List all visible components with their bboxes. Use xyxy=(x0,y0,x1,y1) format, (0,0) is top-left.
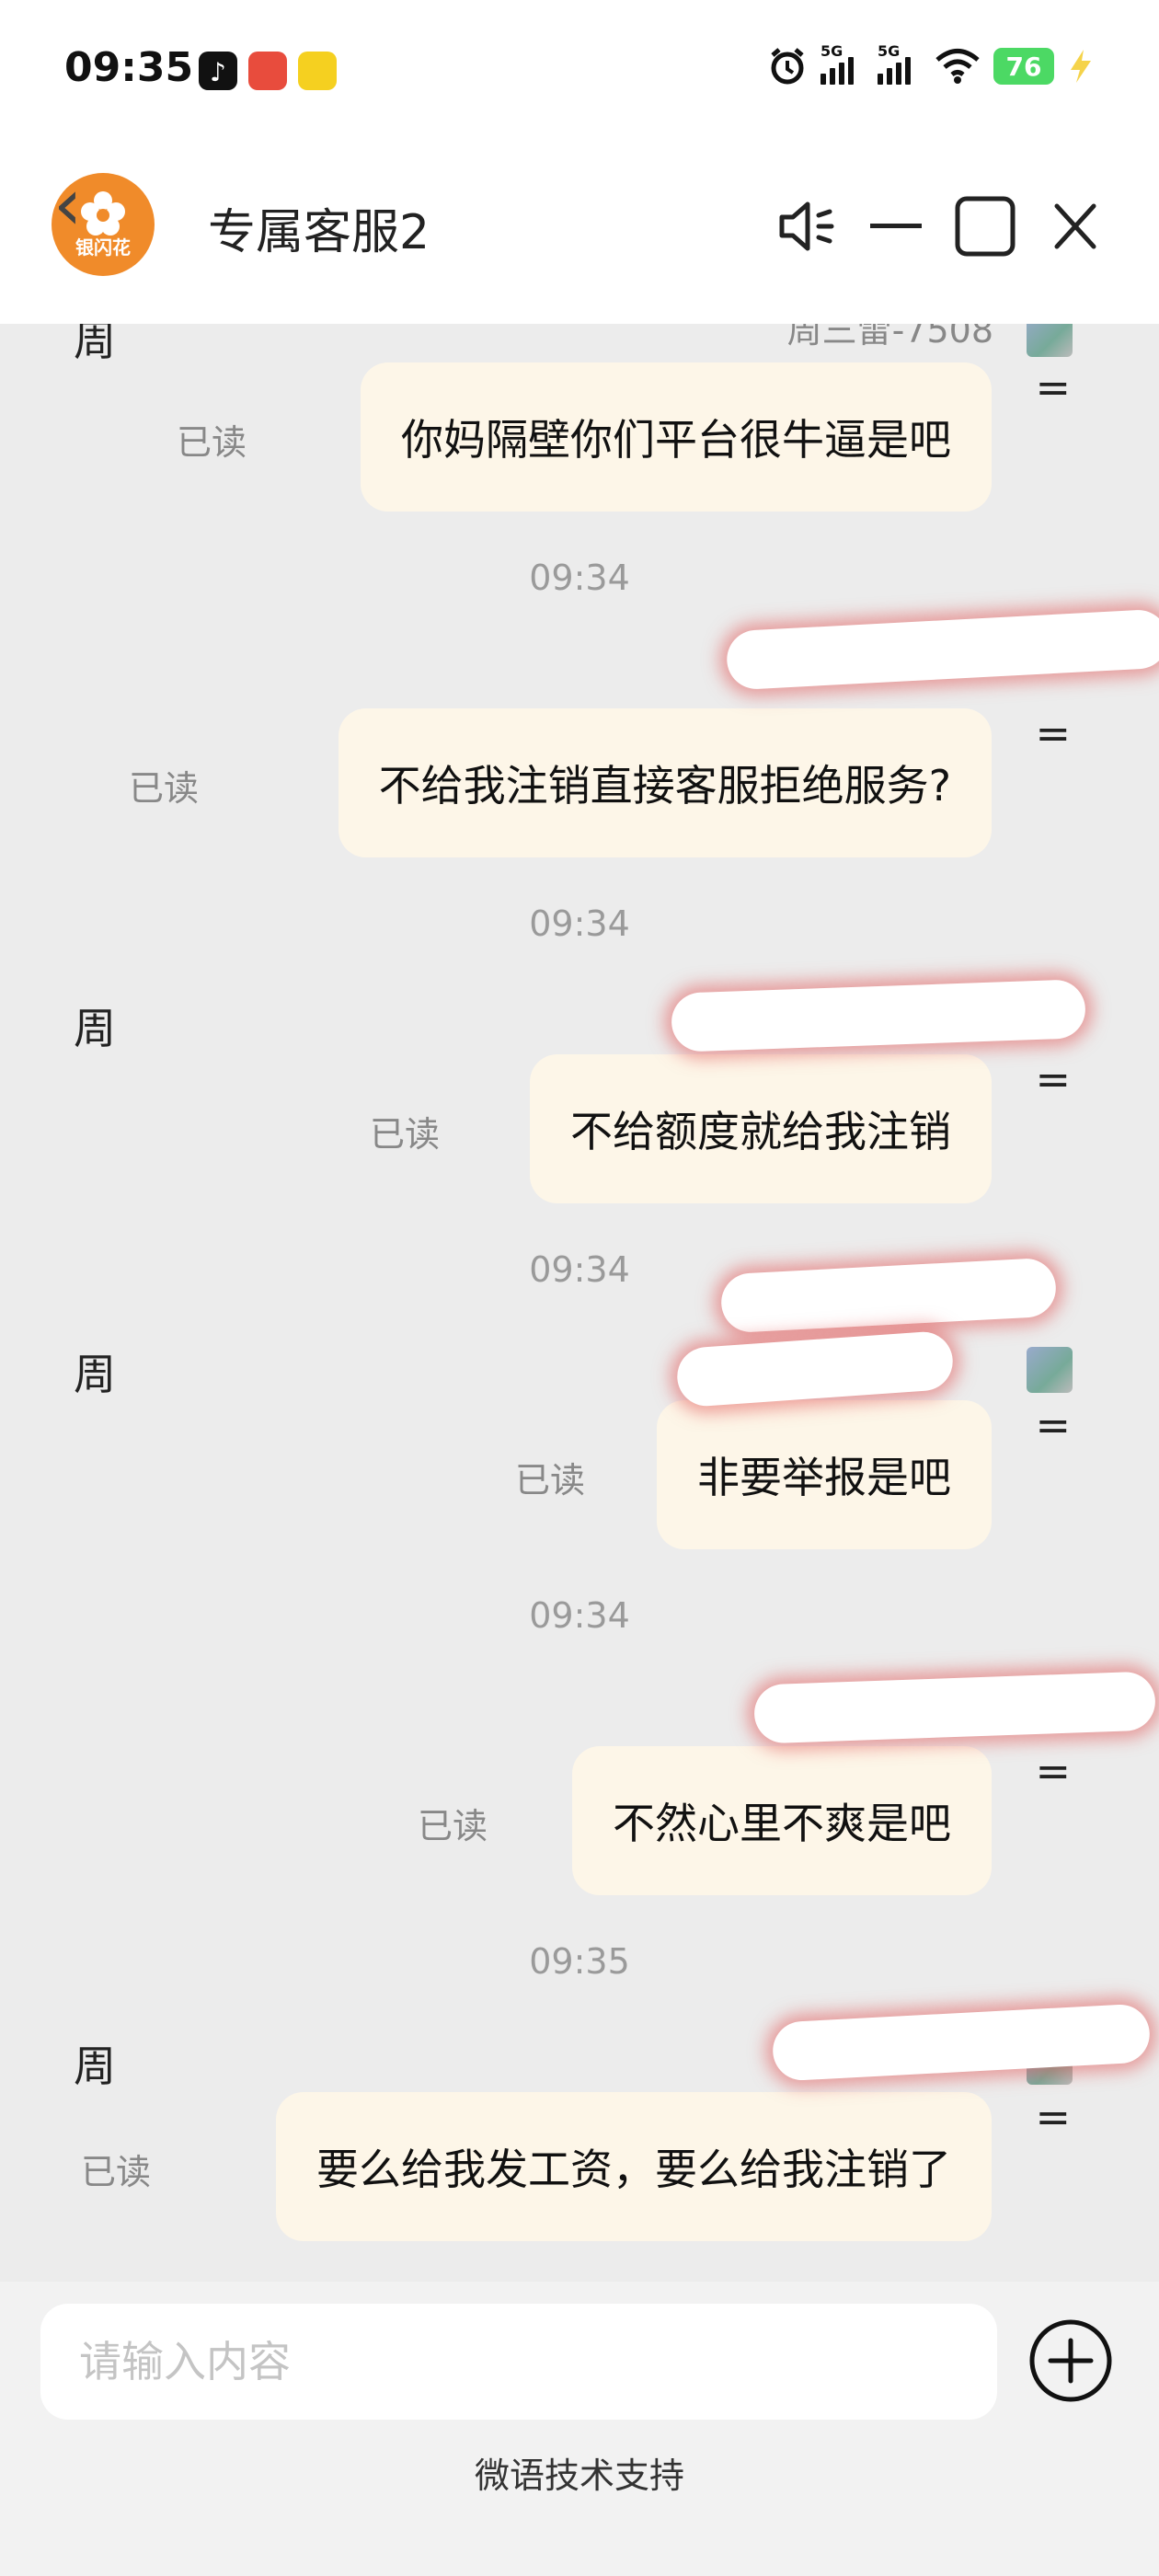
read-receipt: 已读 xyxy=(176,422,247,463)
message-timestamp: 09:34 xyxy=(529,1595,630,1636)
avatar-label-line: = xyxy=(1035,1054,1071,1104)
read-receipt: 已读 xyxy=(128,768,199,809)
speaker-icon xyxy=(779,201,834,251)
cellular-signal-icon: 5G xyxy=(820,42,865,85)
maximize-icon xyxy=(955,196,1016,257)
message-bubble[interactable]: 你妈隔壁你们平台很牛逼是吧 xyxy=(361,362,992,512)
battery-level: 76 xyxy=(993,48,1054,85)
message-bubble[interactable]: 不给我注销直接客服拒绝服务? xyxy=(338,708,992,857)
minimize-icon xyxy=(870,224,922,228)
message-bubble[interactable]: 不给额度就给我注销 xyxy=(530,1054,992,1203)
plus-circle-icon xyxy=(1029,2319,1112,2402)
mute-button[interactable] xyxy=(771,188,844,265)
message-timestamp: 09:34 xyxy=(529,903,630,944)
network-type-label: 5G xyxy=(820,42,843,60)
message-timestamp: 09:34 xyxy=(529,558,630,598)
support-text: 微语技术支持 xyxy=(474,2455,684,2496)
read-receipt: 已读 xyxy=(514,1460,585,1501)
back-chevron-icon[interactable]: ‹ xyxy=(53,169,82,241)
close-icon xyxy=(1054,203,1096,249)
avatar-label-line: = xyxy=(1035,708,1071,758)
status-bar: 09:35 ♪ 5G 5G 76 xyxy=(0,0,1159,147)
charging-icon xyxy=(1071,50,1091,83)
chat-title: 专属客服2 xyxy=(208,205,430,260)
wifi-icon xyxy=(935,49,980,84)
avatar-label-line: = xyxy=(1035,1746,1071,1796)
avatar-label-line: = xyxy=(1035,362,1071,412)
avatar-label-line: = xyxy=(1035,1400,1071,1450)
avatar-label: 周 xyxy=(74,324,116,365)
chat-header: 银闪花 ‹ 专属客服2 xyxy=(0,147,1159,325)
minimize-button[interactable] xyxy=(865,188,927,265)
read-receipt: 已读 xyxy=(417,1806,488,1846)
status-time: 09:35 xyxy=(64,44,194,91)
tiktok-icon: ♪ xyxy=(199,52,237,90)
listen-app-icon xyxy=(248,52,287,90)
input-footer: 请输入内容 微语技术支持 xyxy=(0,2282,1159,2576)
avatar-label-line: = xyxy=(1035,2092,1071,2142)
svg-text:♪: ♪ xyxy=(210,57,226,87)
message-input[interactable]: 请输入内容 xyxy=(40,2304,997,2420)
read-receipt: 已读 xyxy=(80,2152,151,2192)
network-type-label: 5G xyxy=(878,42,901,60)
chat-area[interactable]: 周三雷-7508 周 = 你妈隔壁你们平台很牛逼是吧 已读 09:34 = 不给… xyxy=(0,324,1159,2282)
cellular-signal-icon: 5G xyxy=(878,42,922,85)
avatar-label: 周 xyxy=(74,1350,116,1399)
news-app-icon xyxy=(298,52,337,90)
maximize-button[interactable] xyxy=(953,188,1017,265)
close-button[interactable] xyxy=(1049,188,1102,265)
add-button[interactable] xyxy=(1028,2318,1113,2403)
redaction-scribble xyxy=(753,1671,1156,1744)
message-bubble[interactable]: 不然心里不爽是吧 xyxy=(572,1746,992,1895)
message-timestamp: 09:35 xyxy=(529,1941,630,1982)
message-bubble[interactable]: 非要举报是吧 xyxy=(657,1400,992,1549)
redaction-scribble xyxy=(725,608,1159,691)
message-bubble[interactable]: 要么给我发工资，要么给我注销了 xyxy=(276,2092,992,2241)
read-receipt: 已读 xyxy=(369,1114,440,1155)
alarm-icon xyxy=(771,48,804,85)
